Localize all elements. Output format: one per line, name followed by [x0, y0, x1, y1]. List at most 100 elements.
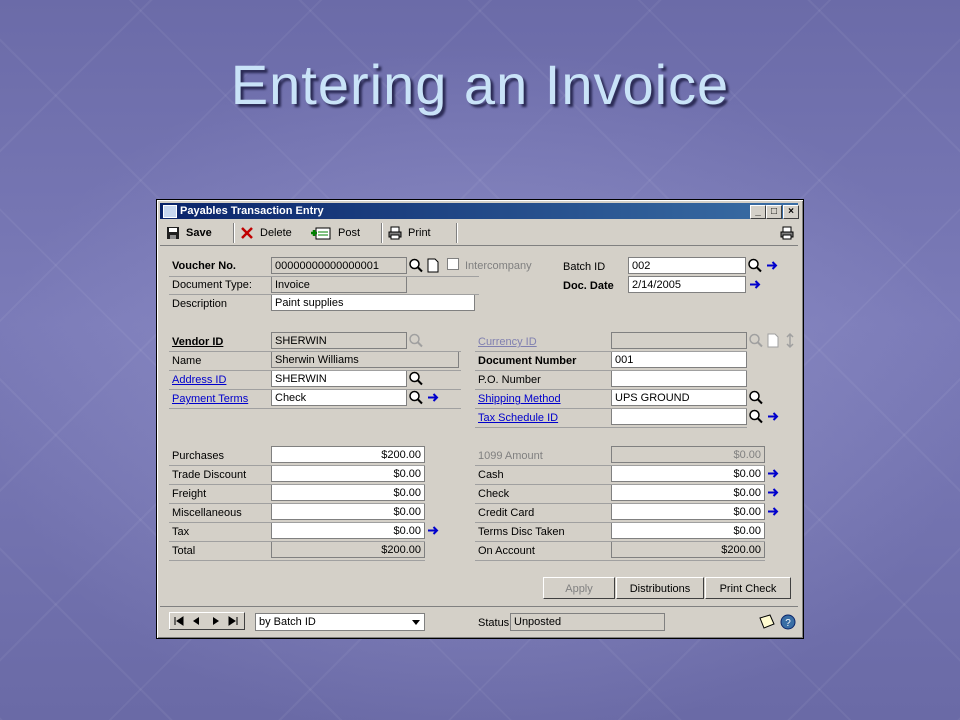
lookup-magnifier-icon[interactable] — [408, 257, 424, 274]
doc-date-field[interactable]: 2/14/2005 — [628, 276, 746, 293]
row-divider — [169, 389, 461, 390]
expand-arrow-icon[interactable] — [425, 522, 441, 539]
address-id-field[interactable]: SHERWIN — [271, 370, 407, 387]
payables-transaction-window: Payables Transaction Entry _ □ × Save De… — [156, 199, 804, 639]
amount-1099-field: $0.00 — [611, 446, 765, 463]
voucher-field[interactable]: 00000000000000001 — [271, 257, 407, 274]
save-label: Save — [186, 227, 212, 239]
row-divider — [475, 484, 765, 485]
vendor-name-label: Name — [172, 355, 202, 367]
miscellaneous-field[interactable]: $0.00 — [271, 503, 425, 520]
note-page-icon — [767, 333, 779, 348]
description-field[interactable]: Paint supplies — [271, 294, 475, 311]
sort-by-dropdown[interactable]: by Batch ID — [255, 613, 425, 631]
po-number-label: P.O. Number — [478, 374, 541, 386]
svg-text:?: ? — [785, 618, 791, 629]
terms-disc-field[interactable]: $0.00 — [611, 522, 765, 539]
purchases-label: Purchases — [172, 450, 224, 462]
batch-id-field[interactable]: 002 — [628, 257, 746, 274]
shipping-method-field[interactable]: UPS GROUND — [611, 389, 747, 406]
print-button[interactable]: Print — [388, 224, 431, 242]
credit-card-field[interactable]: $0.00 — [611, 503, 765, 520]
freight-field[interactable]: $0.00 — [271, 484, 425, 501]
tax-schedule-field[interactable] — [611, 408, 747, 425]
doc-date-label: Doc. Date — [563, 280, 614, 292]
maximize-button[interactable]: □ — [766, 205, 782, 219]
row-divider — [475, 389, 747, 390]
expand-arrow-icon[interactable] — [765, 408, 781, 425]
row-divider — [169, 276, 479, 277]
status-bar: by Batch ID Status Unposted ? — [160, 606, 798, 635]
slide-title: Entering an Invoice — [230, 53, 730, 116]
distributions-button[interactable]: Distributions — [616, 577, 704, 599]
credit-card-label: Credit Card — [478, 507, 535, 519]
on-account-field: $200.00 — [611, 541, 765, 558]
delete-button[interactable]: Delete — [240, 224, 292, 242]
note-page-icon[interactable] — [425, 257, 441, 274]
purchases-field[interactable]: $200.00 — [271, 446, 425, 463]
shipping-method-link[interactable]: Shipping Method — [478, 390, 561, 408]
minimize-button[interactable]: _ — [750, 205, 766, 219]
status-label: Status — [478, 617, 510, 629]
payment-terms-field[interactable]: Check — [271, 389, 407, 406]
toolbar-separator — [381, 223, 383, 243]
tax-label: Tax — [172, 526, 190, 538]
batch-id-label: Batch ID — [563, 261, 606, 273]
vendor-name-field[interactable]: Sherwin Williams — [271, 351, 459, 368]
lookup-magnifier-icon[interactable] — [747, 257, 763, 274]
tax-schedule-link[interactable]: Tax Schedule ID — [478, 409, 558, 427]
row-divider — [169, 370, 461, 371]
row-divider — [169, 294, 479, 295]
document-number-field[interactable]: 001 — [611, 351, 747, 368]
payment-terms-link[interactable]: Payment Terms — [172, 390, 248, 408]
tax-field[interactable]: $0.00 — [271, 522, 425, 539]
row-divider — [475, 465, 765, 466]
document-number-label: Document Number — [478, 355, 577, 367]
address-id-link[interactable]: Address ID — [172, 371, 226, 389]
post-button[interactable]: Post — [310, 224, 360, 242]
help-icon[interactable]: ? — [780, 614, 796, 630]
print-check-button[interactable]: Print Check — [705, 577, 791, 599]
print-report-button[interactable] — [780, 224, 800, 242]
expand-arrow-icon[interactable] — [765, 465, 781, 482]
vendor-id-field[interactable]: SHERWIN — [271, 332, 407, 349]
sort-by-value: by Batch ID — [259, 616, 316, 628]
lookup-magnifier-icon — [409, 333, 423, 348]
print-label: Print — [408, 227, 431, 239]
close-button[interactable]: × — [783, 205, 799, 219]
cash-field[interactable]: $0.00 — [611, 465, 765, 482]
check-field[interactable]: $0.00 — [611, 484, 765, 501]
row-divider — [169, 560, 425, 561]
lookup-magnifier-icon[interactable] — [748, 389, 764, 406]
expand-arrow-icon[interactable] — [425, 389, 441, 406]
save-button[interactable]: Save — [166, 224, 212, 242]
lookup-magnifier-icon[interactable] — [748, 408, 764, 425]
document-type-field[interactable]: Invoice — [271, 276, 407, 293]
intercompany-checkbox[interactable] — [447, 258, 459, 270]
expand-arrow-icon[interactable] — [747, 276, 763, 293]
description-label: Description — [172, 298, 228, 310]
row-divider — [169, 541, 425, 542]
note-icon[interactable] — [758, 614, 776, 630]
intercompany-label: Intercompany — [465, 260, 532, 272]
expand-arrow-icon[interactable] — [765, 484, 781, 501]
row-divider — [169, 503, 425, 504]
record-navigation[interactable] — [169, 612, 245, 630]
check-label: Check — [478, 488, 510, 500]
row-divider — [169, 522, 425, 523]
document-type-label: Document Type: — [172, 279, 252, 291]
row-divider — [475, 560, 765, 561]
lookup-magnifier-icon[interactable] — [408, 370, 424, 387]
window-titlebar[interactable]: Payables Transaction Entry _ □ × — [160, 203, 799, 219]
chevron-down-icon — [412, 620, 420, 625]
printer-icon — [388, 226, 402, 240]
po-number-field[interactable] — [611, 370, 747, 387]
trade-discount-field[interactable]: $0.00 — [271, 465, 425, 482]
vendor-id-label[interactable]: Vendor ID — [172, 333, 223, 351]
delete-label: Delete — [260, 227, 292, 239]
expand-arrow-icon[interactable] — [765, 503, 781, 520]
apply-button[interactable]: Apply — [543, 577, 615, 599]
expand-arrow-icon[interactable] — [764, 257, 780, 274]
lookup-magnifier-icon[interactable] — [408, 389, 424, 406]
row-divider — [169, 408, 461, 409]
